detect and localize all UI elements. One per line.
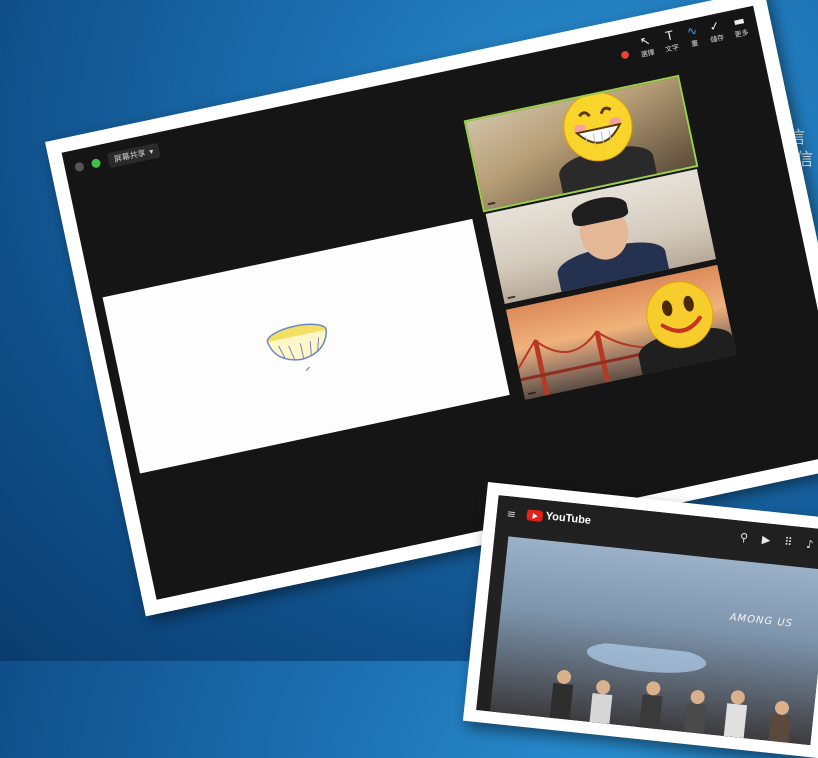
grinning-emoji-icon [563, 92, 633, 162]
annotation-toolbar: ● ↖ 選擇 T 文字 ∿ 畫 ✓ 儲存 ▬ 更多 [618, 13, 750, 65]
tool-label: 更多 [734, 28, 750, 40]
zoom-info-icon[interactable] [74, 161, 85, 173]
select-tool-button[interactable]: ↖ 選擇 [637, 33, 656, 60]
apps-grid-icon[interactable]: ⠿ [784, 535, 793, 549]
hamburger-menu-icon[interactable]: ≡ [506, 507, 517, 521]
draw-tool-button[interactable]: ∿ 畫 [685, 23, 701, 50]
share-label: 屏幕共享 [113, 148, 147, 164]
youtube-logo-text: YouTube [545, 510, 592, 527]
youtube-play-icon [526, 508, 544, 522]
youtube-logo[interactable]: YouTube [526, 508, 592, 527]
save-tool-button[interactable]: ✓ 儲存 [706, 18, 725, 45]
text-tool-button[interactable]: T 文字 [661, 28, 680, 55]
draw-icon: ∿ [685, 23, 699, 39]
bridge-background-icon [517, 330, 649, 396]
text-icon: T [664, 28, 675, 44]
mouse-pointer-icon: ↖ [638, 33, 652, 49]
security-shield-icon[interactable] [90, 158, 102, 169]
youtube-window: ≡ YouTube ⚲ ▶ ⠿ ♪ AMONG US [476, 495, 818, 746]
shared-whiteboard[interactable] [102, 218, 510, 474]
red-stop-icon: ● [619, 48, 631, 62]
participant-name-tag [507, 295, 516, 300]
stop-button[interactable]: ● [620, 49, 631, 65]
bell-icon[interactable]: ♪ [806, 538, 814, 552]
tool-label: 畫 [690, 39, 699, 49]
more-icon: ▬ [732, 13, 747, 30]
smiley-emoji-icon [646, 281, 714, 349]
band-performance-icon [549, 642, 792, 743]
video-watermark: AMONG US [729, 612, 794, 630]
tool-label: 儲存 [709, 33, 725, 45]
save-icon: ✓ [708, 18, 721, 35]
search-icon[interactable]: ⚲ [739, 531, 748, 545]
youtube-header-icons: ⚲ ▶ ⠿ ♪ [739, 531, 814, 552]
screen-share-pill[interactable]: 屏幕共享 ▾ [106, 142, 161, 169]
bowl-drawing-icon [266, 323, 327, 372]
youtube-photo-frame: ≡ YouTube ⚲ ▶ ⠿ ♪ AMONG US [462, 482, 818, 758]
tool-label: 文字 [664, 43, 680, 54]
more-tool-button[interactable]: ▬ 更多 [731, 13, 750, 40]
youtube-video-player[interactable]: AMONG US [490, 536, 818, 746]
tool-label: 選擇 [640, 48, 656, 60]
chevron-down-icon: ▾ [148, 146, 155, 157]
zoom-status-bar: 屏幕共享 ▾ [73, 142, 161, 176]
camera-icon[interactable]: ▶ [761, 533, 771, 547]
participant-name-tag [487, 201, 496, 206]
